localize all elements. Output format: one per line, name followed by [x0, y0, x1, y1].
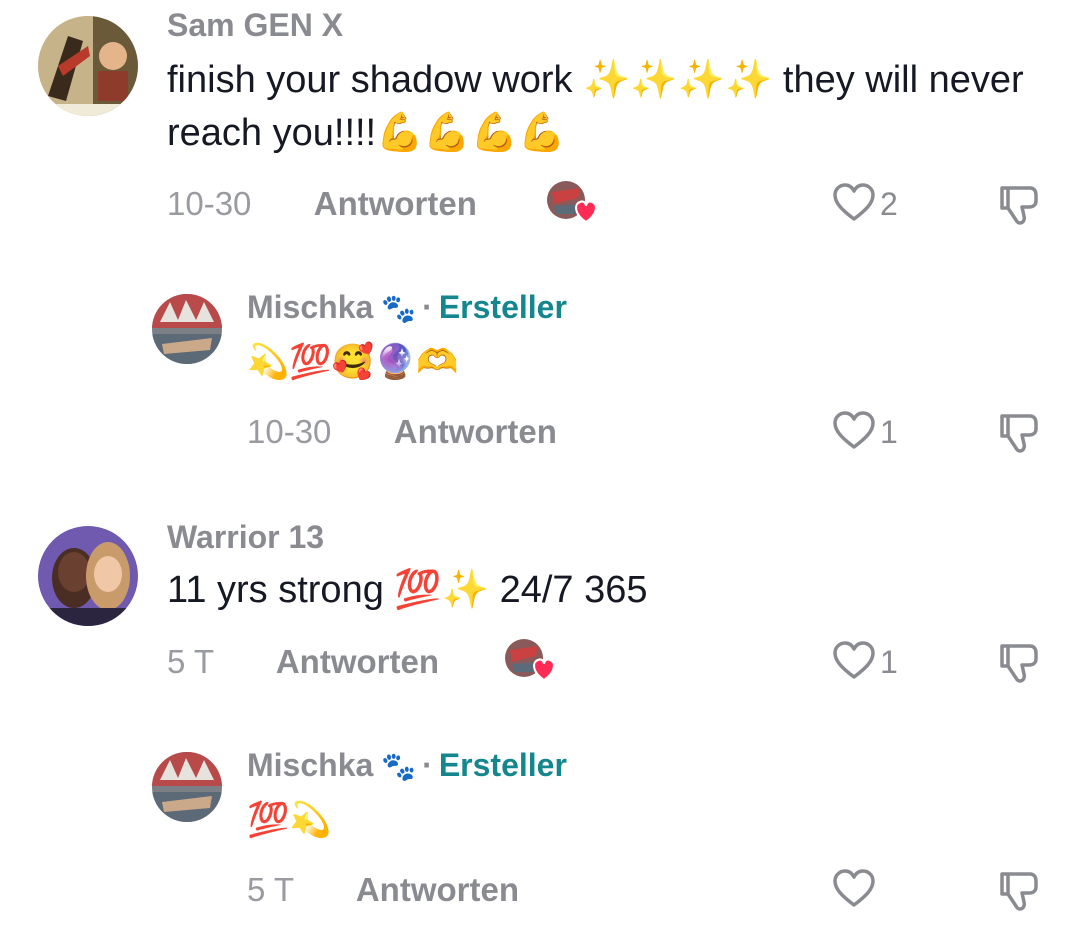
- comment-item: Sam GEN X finish your shadow work ✨✨✨✨ t…: [0, 0, 1080, 260]
- comment-meta: 5 T Antworten: [247, 870, 519, 910]
- comment-date: 5 T: [247, 871, 294, 908]
- creator-label: Ersteller: [438, 289, 567, 325]
- username-text[interactable]: Mischka: [247, 289, 373, 325]
- like-button[interactable]: 2: [832, 182, 898, 226]
- like-button[interactable]: 1: [832, 640, 898, 684]
- dislike-button[interactable]: [994, 866, 1042, 914]
- comment-text: 💯💫: [247, 801, 332, 839]
- like-button[interactable]: [832, 868, 880, 912]
- reply-item: Mischka 🐾 · Ersteller 💯💫 5 T Antworten: [0, 738, 1080, 931]
- username[interactable]: Mischka 🐾 · Ersteller: [247, 288, 567, 328]
- username[interactable]: Sam GEN X: [167, 6, 343, 44]
- reply-button[interactable]: Antworten: [394, 413, 557, 450]
- username-text[interactable]: Mischka: [247, 747, 373, 783]
- avatar[interactable]: [38, 16, 138, 116]
- username-text[interactable]: Sam GEN X: [167, 7, 343, 43]
- paw-badge-icon: 🐾: [381, 293, 417, 324]
- username-text[interactable]: Warrior 13: [167, 519, 324, 555]
- creator-liked-badge: [546, 178, 597, 224]
- avatar[interactable]: [152, 752, 222, 822]
- paw-badge-icon: 🐾: [381, 751, 417, 782]
- username[interactable]: Warrior 13: [167, 518, 324, 556]
- like-button[interactable]: 1: [832, 410, 898, 454]
- separator: ·: [422, 747, 433, 783]
- heart-icon[interactable]: [832, 868, 876, 913]
- comment-item: Warrior 13 11 yrs strong 💯✨ 24/7 365 5 T…: [0, 510, 1080, 710]
- username[interactable]: Mischka 🐾 · Ersteller: [247, 746, 567, 786]
- thumbs-down-icon[interactable]: [994, 638, 1042, 686]
- creator-label: Ersteller: [438, 747, 567, 783]
- dislike-button[interactable]: [994, 638, 1042, 686]
- heart-icon[interactable]: [832, 640, 876, 685]
- heart-icon[interactable]: [832, 410, 876, 455]
- like-count: 1: [880, 643, 898, 680]
- like-count: 2: [880, 185, 898, 222]
- avatar[interactable]: [38, 526, 138, 626]
- creator-liked-badge: [504, 636, 555, 682]
- dislike-button[interactable]: [994, 408, 1042, 456]
- comment-date: 5 T: [167, 643, 214, 680]
- heart-icon[interactable]: [832, 182, 876, 227]
- comment-meta: 5 T Antworten: [167, 642, 439, 682]
- avatar[interactable]: [152, 294, 222, 364]
- reply-item: Mischka 🐾 · Ersteller 💫💯🥰🔮🫶 10-30 Antworten…: [0, 280, 1080, 470]
- like-count: 1: [880, 413, 898, 450]
- comment-date: 10-30: [167, 185, 252, 222]
- reply-button[interactable]: Antworten: [314, 185, 477, 222]
- thumbs-down-icon[interactable]: [994, 180, 1042, 228]
- reply-button[interactable]: Antworten: [276, 643, 439, 680]
- separator: ·: [422, 289, 433, 325]
- comment-text: finish your shadow work ✨✨✨✨ they will n…: [167, 59, 1024, 154]
- thumbs-down-icon[interactable]: [994, 408, 1042, 456]
- comment-text: 💫💯🥰🔮🫶: [247, 343, 459, 381]
- thumbs-down-icon[interactable]: [994, 866, 1042, 914]
- comment-meta: 10-30 Antworten: [167, 184, 477, 224]
- reply-button[interactable]: Antworten: [356, 871, 519, 908]
- comment-text: 11 yrs strong 💯✨ 24/7 365: [167, 569, 648, 611]
- dislike-button[interactable]: [994, 180, 1042, 228]
- comment-meta: 10-30 Antworten: [247, 412, 557, 452]
- comment-date: 10-30: [247, 413, 332, 450]
